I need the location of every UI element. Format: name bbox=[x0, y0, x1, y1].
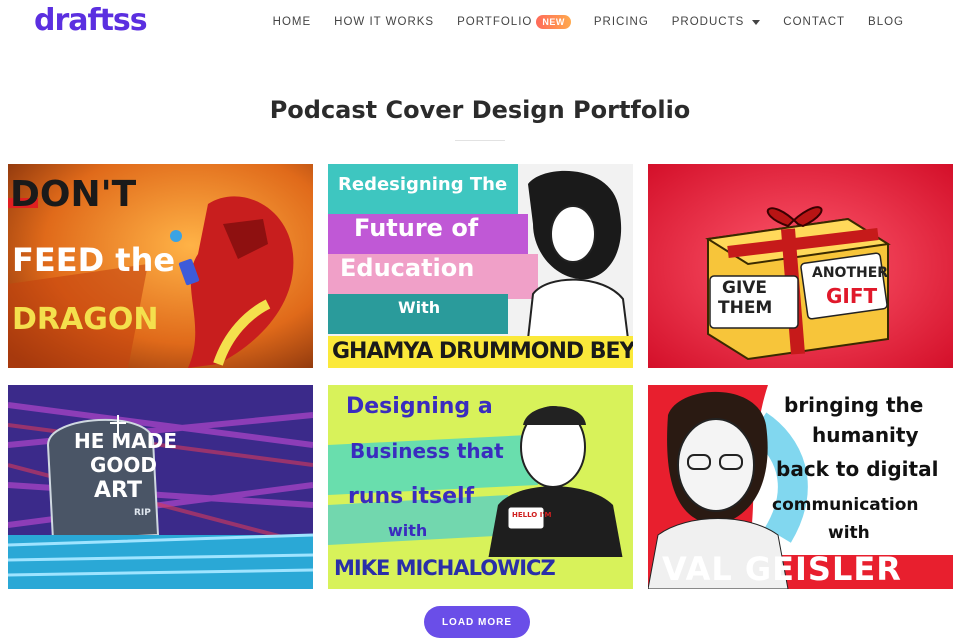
title-divider bbox=[455, 140, 505, 141]
card-title-line: runs itself bbox=[348, 484, 475, 509]
card-title-line: with bbox=[828, 523, 870, 543]
card-title-line: with bbox=[388, 521, 428, 540]
card-title-line: Redesigning The bbox=[338, 174, 508, 195]
nav-home[interactable]: HOME bbox=[273, 16, 312, 28]
card-title-line: Future of bbox=[354, 214, 479, 242]
card-title-line: back to digital bbox=[776, 457, 939, 481]
card-title-line: HELLO I'M bbox=[512, 511, 552, 519]
card-title-line: GIVE bbox=[722, 278, 768, 298]
card-title-line: Education bbox=[340, 254, 475, 282]
card-title-line: FEED the bbox=[12, 241, 176, 279]
good-art-artwork bbox=[8, 385, 313, 589]
nav-pricing-label: PRICING bbox=[593, 16, 649, 28]
card-title-line: Designing a bbox=[346, 394, 493, 419]
card-title-line: communication bbox=[772, 495, 919, 515]
nav-how-it-works[interactable]: HOW IT WORKS bbox=[334, 16, 434, 28]
nav-blog-label: BLOG bbox=[868, 16, 904, 28]
nav-pricing[interactable]: PRICING bbox=[594, 16, 649, 28]
new-badge: NEW bbox=[536, 15, 571, 29]
nav-blog[interactable]: BLOG bbox=[868, 16, 904, 28]
card-title-line: Business that bbox=[350, 439, 504, 463]
card-title-line: HE MADE bbox=[74, 429, 178, 453]
card-title-line: GIFT bbox=[826, 284, 878, 308]
portfolio-card-business[interactable]: Designing a Business that runs itself wi… bbox=[328, 385, 633, 589]
portfolio-card-dragon[interactable]: DON'T FEED the DRAGON bbox=[8, 164, 313, 368]
gift-artwork bbox=[648, 164, 953, 368]
card-title-line: ANOTHER bbox=[812, 265, 889, 281]
card-title-line: THEM bbox=[718, 298, 773, 318]
card-title-line: With bbox=[398, 298, 441, 317]
chevron-down-icon bbox=[752, 19, 761, 25]
portfolio-card-education[interactable]: Redesigning The Future of Education With… bbox=[328, 164, 633, 368]
nav-home-label: HOME bbox=[272, 16, 312, 28]
load-more-button[interactable]: LOAD MORE bbox=[424, 606, 530, 638]
portfolio-card-good-art[interactable]: HE MADE GOOD ART RIP bbox=[8, 385, 313, 589]
card-title-line: MIKE MICHALOWICZ bbox=[334, 556, 556, 580]
portfolio-card-gift[interactable]: GIVE THEM ANOTHER GIFT bbox=[648, 164, 953, 368]
page-title: Podcast Cover Design Portfolio bbox=[269, 96, 691, 124]
nav-products[interactable]: PRODUCTS bbox=[672, 16, 761, 28]
nav-contact[interactable]: CONTACT bbox=[783, 16, 845, 28]
site-header: draftss HOME HOW IT WORKS PORTFOLIO NEW P… bbox=[0, 0, 960, 44]
card-title-line: RIP bbox=[134, 508, 151, 518]
card-title-line: VAL GEISLER bbox=[662, 550, 902, 588]
card-title-line: DON'T bbox=[10, 174, 137, 215]
nav-how-it-works-label: HOW IT WORKS bbox=[334, 16, 435, 28]
nav-products-label: PRODUCTS bbox=[671, 16, 745, 28]
card-title-line: ART bbox=[94, 478, 142, 503]
card-title-line: GOOD bbox=[90, 453, 158, 477]
nav-contact-label: CONTACT bbox=[783, 16, 846, 28]
card-title-line: DRAGON bbox=[12, 302, 159, 337]
main-nav: HOME HOW IT WORKS PORTFOLIO NEW PRICING P… bbox=[250, 0, 904, 44]
card-title-line: humanity bbox=[812, 423, 919, 447]
card-title-line: GHAMYA DRUMMOND BEY bbox=[332, 339, 633, 364]
card-title-line: bringing the bbox=[784, 393, 924, 417]
site-logo[interactable]: draftss bbox=[34, 3, 148, 38]
nav-portfolio-label: PORTFOLIO bbox=[457, 16, 533, 28]
portfolio-card-humanity[interactable]: bringing the humanity back to digital co… bbox=[648, 385, 953, 589]
nav-portfolio[interactable]: PORTFOLIO NEW bbox=[457, 15, 571, 29]
